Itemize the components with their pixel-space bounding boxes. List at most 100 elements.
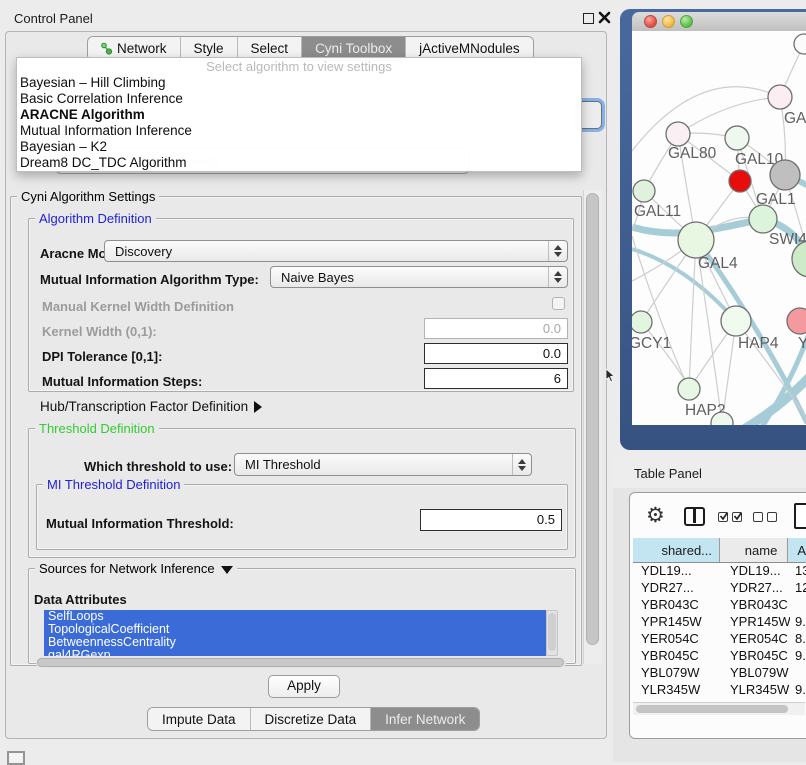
network-node[interactable] [794, 34, 806, 54]
column-header-partial[interactable]: A [788, 538, 806, 562]
table-row[interactable]: YPR145WYPR145W9. [633, 613, 806, 630]
attribute-item[interactable]: gal4RGexp [44, 649, 546, 656]
hub-definition-toggle[interactable]: Hub/Transcription Factor Definition [40, 399, 262, 414]
network-node-hap4[interactable] [721, 306, 751, 336]
node-label: GCY1 [632, 335, 671, 352]
network-node-y[interactable] [787, 308, 806, 334]
network-node-gal4[interactable] [678, 222, 714, 258]
table-cell: YER054C [721, 630, 790, 647]
algorithm-option[interactable]: ARACNE Algorithm [17, 107, 581, 123]
network-node[interactable] [729, 170, 751, 192]
table-cell: 9. [790, 681, 806, 698]
zoom-traffic-light-icon[interactable] [680, 15, 693, 28]
table-row[interactable]: YDR27...YDR27...12 [633, 579, 806, 596]
close-icon[interactable] [598, 11, 611, 24]
data-attributes-list[interactable]: SelfLoopsTopologicalCoefficientBetweenne… [44, 610, 546, 656]
which-threshold-combo[interactable]: MI Threshold [234, 453, 532, 476]
table-cell: YIL052C [633, 698, 721, 701]
split-columns-icon[interactable] [684, 507, 705, 526]
algorithm-option[interactable]: Bayesian – K2 [17, 139, 581, 155]
table-row[interactable]: YBR043CYBR043C [633, 596, 806, 613]
algorithm-option[interactable]: Basic Correlation Inference [17, 91, 581, 107]
table-row[interactable]: YBR045CYBR045C9. [633, 647, 806, 664]
column-header-shared[interactable]: shared... [633, 538, 720, 562]
node-label: GAL11 [634, 203, 681, 220]
gear-icon[interactable]: ⚙ [646, 505, 665, 526]
table-cell [790, 664, 806, 681]
manual-kernel-width-checkbox[interactable] [552, 297, 565, 310]
table-cell: 8. [790, 630, 806, 647]
stepper-icon [512, 454, 531, 475]
table-row[interactable]: YIL052CYIL052C8 [633, 698, 806, 701]
mi-steps-field[interactable]: 6 [424, 368, 568, 389]
float-window-icon[interactable] [583, 13, 594, 24]
table-row[interactable]: YLR345WYLR345W9. [633, 681, 806, 698]
table-cell: YIL052C [721, 698, 790, 701]
aracne-mode-value: Discovery [105, 244, 548, 259]
network-node-gal80[interactable] [666, 122, 690, 146]
network-node-gal11[interactable] [633, 180, 655, 202]
mi-algorithm-type-combo[interactable]: Naive Bayes [270, 266, 568, 288]
which-threshold-label: Which threshold to use: [84, 459, 232, 474]
table-cell: YBR045C [721, 647, 790, 664]
bottom-tab-impute-data[interactable]: Impute Data [148, 708, 250, 730]
algorithm-option[interactable]: Dream8 DC_TDC Algorithm [17, 155, 581, 171]
dpi-tolerance-field[interactable]: 0.0 [424, 343, 568, 364]
network-node-gal1[interactable] [770, 160, 800, 190]
mi-algorithm-type-label: Mutual Information Algorithm Type: [40, 272, 259, 287]
network-node-gcy1[interactable] [632, 311, 652, 333]
table-cell: YBR043C [633, 596, 721, 613]
table-cell [790, 596, 806, 613]
checked-checkbox-icon[interactable] [732, 512, 742, 522]
table-cell: YBL079W [633, 664, 721, 681]
attributes-list-scrollbar[interactable] [546, 610, 558, 656]
sources-horizontal-scrollbar[interactable] [36, 657, 566, 668]
network-node-swi4[interactable] [749, 205, 777, 233]
kernel-width-label: Kernel Width (0,1): [42, 324, 157, 339]
network-node-gal10[interactable] [725, 126, 749, 150]
table-cell: 9. [790, 613, 806, 630]
network-canvas[interactable]: GALGAL80GAL10GAL1SWI4GAL11GAL4GCY1HAP4YH… [632, 31, 806, 425]
network-node-hap2[interactable] [678, 378, 700, 400]
table-row[interactable]: YER054CYER054C8. [633, 630, 806, 647]
checked-checkbox-icon[interactable] [718, 512, 728, 522]
minimized-panel-icon[interactable] [7, 751, 25, 765]
apply-button[interactable]: Apply [268, 675, 340, 698]
algorithm-option[interactable]: Bayesian – Hill Climbing [17, 75, 581, 91]
sources-legend[interactable]: Sources for Network Inference [35, 561, 237, 576]
bottom-tab-infer-network[interactable]: Infer Network [370, 708, 479, 730]
manual-kernel-width-label: Manual Kernel Width Definition [42, 299, 234, 314]
table-cell: 13 [790, 562, 806, 579]
table-cell: 8 [790, 698, 806, 701]
threshold-definition-legend: Threshold Definition [35, 421, 159, 436]
algorithm-dropdown-popup: Select algorithm to view settings Bayesi… [16, 57, 582, 172]
table-horizontal-scrollbar[interactable] [633, 702, 805, 715]
table-cell: YER054C [633, 630, 721, 647]
network-window-titlebar[interactable] [632, 12, 806, 32]
node-label: GAL80 [668, 145, 717, 162]
table-cell: YLR345W [721, 681, 790, 698]
unchecked-checkbox-icon[interactable] [753, 512, 763, 522]
kernel-width-field[interactable]: 0.0 [424, 318, 568, 339]
minimize-traffic-light-icon[interactable] [662, 15, 675, 28]
cyni-settings-legend: Cyni Algorithm Settings [17, 189, 159, 204]
document-icon[interactable] [794, 503, 806, 529]
bottom-tab-discretize-data[interactable]: Discretize Data [250, 708, 371, 730]
attribute-item[interactable]: BetweennessCentrality [44, 636, 546, 649]
collapsed-arrow-icon [254, 401, 262, 413]
column-header-name[interactable]: name [720, 538, 788, 562]
close-traffic-light-icon[interactable] [644, 15, 657, 28]
table-row[interactable]: YBL079WYBL079W [633, 664, 806, 681]
network-node-gal[interactable] [768, 85, 792, 109]
stepper-icon [548, 267, 567, 287]
aracne-mode-combo[interactable]: Discovery [104, 240, 568, 262]
mi-threshold-field[interactable]: 0.5 [420, 509, 562, 531]
table-row[interactable]: YDL19...YDL19...13 [633, 562, 806, 579]
node-label: Y [798, 335, 806, 352]
algorithm-option[interactable]: Mutual Information Inference [17, 123, 581, 139]
settings-vertical-scrollbar[interactable] [583, 190, 602, 664]
table-cell: YBR043C [721, 596, 790, 613]
expanded-arrow-icon [221, 566, 233, 574]
unchecked-checkbox-icon[interactable] [767, 512, 777, 522]
table-cell: YBR045C [633, 647, 721, 664]
